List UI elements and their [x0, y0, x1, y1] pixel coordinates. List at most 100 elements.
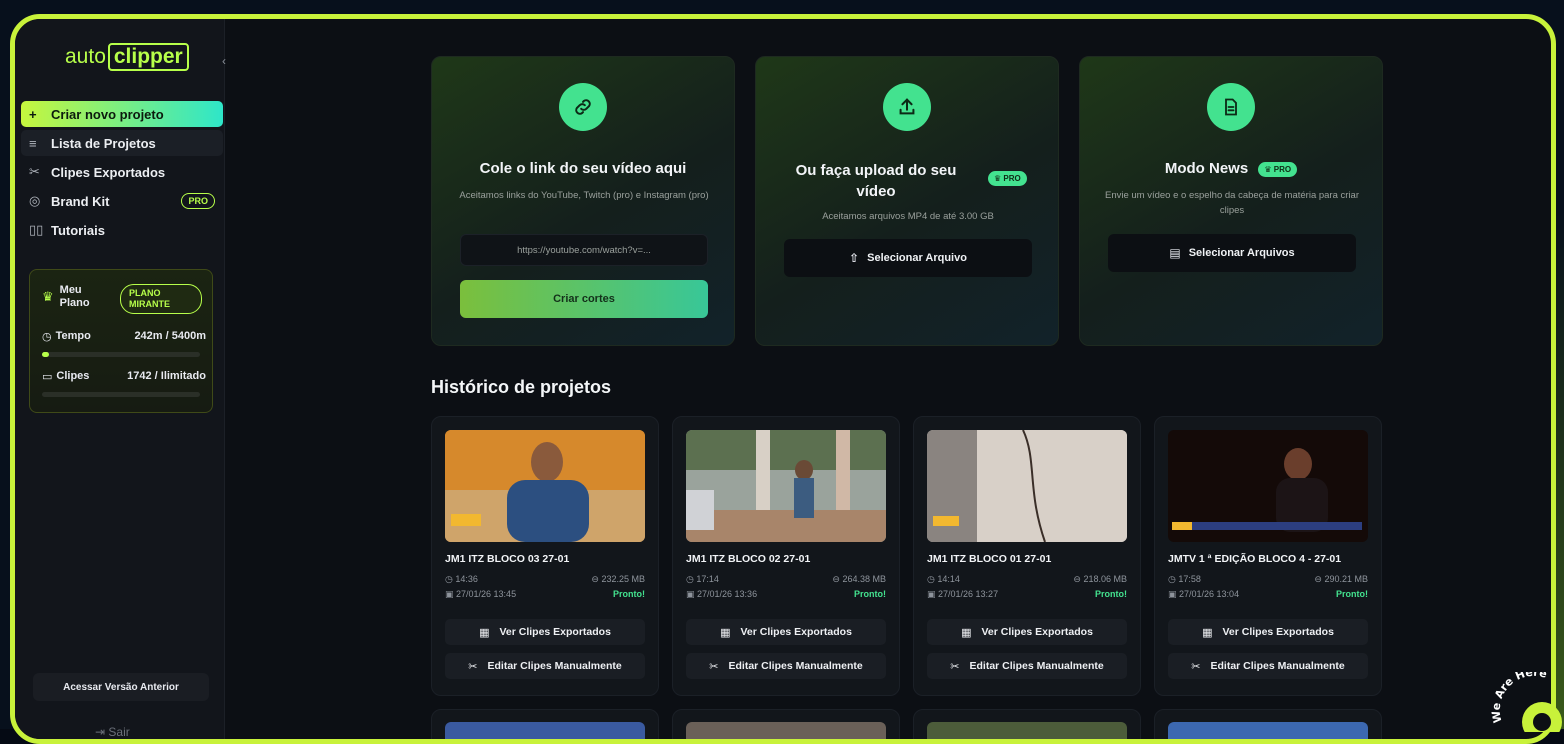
- clock-icon: ◷: [42, 331, 52, 343]
- edit-clips-button[interactable]: ✂ Editar Clipes Manualmente: [927, 653, 1127, 679]
- view-exported-clips-button[interactable]: ▦ Ver Clipes Exportados: [1168, 619, 1368, 645]
- video-thumbnail[interactable]: [927, 430, 1127, 542]
- project-size-group: ⊖ 290.21 MB: [1314, 574, 1368, 585]
- film-icon: ▦: [479, 626, 490, 639]
- video-thumbnail[interactable]: [1168, 430, 1368, 542]
- sidebar-item-label: Tutoriais: [51, 222, 105, 238]
- upload-pro-badge-label: PRO: [1003, 174, 1021, 183]
- project-size: 218.06 MB: [1083, 574, 1127, 584]
- edit-clips-button[interactable]: ✂ Editar Clipes Manualmente: [686, 653, 886, 679]
- film-icon: ▦: [1202, 626, 1213, 639]
- sidebar-item-brand-kit[interactable]: ◎ Brand Kit PRO: [21, 188, 223, 214]
- plus-icon: +: [29, 106, 37, 122]
- project-meta-row: ◷ 17:14 ⊖ 264.38 MB: [686, 574, 886, 585]
- create-cuts-button[interactable]: Criar cortes: [460, 280, 708, 318]
- project-card[interactable]: [672, 709, 900, 739]
- status-badge: Pronto!: [613, 589, 645, 599]
- video-thumbnail[interactable]: [686, 722, 886, 739]
- video-thumbnail[interactable]: [445, 722, 645, 739]
- link-card-subtitle: Aceitamos links do YouTube, Twitch (pro)…: [459, 190, 709, 201]
- film-icon: ▦: [961, 626, 972, 639]
- sidebar-item-criar-novo-projeto[interactable]: + Criar novo projeto: [21, 101, 223, 127]
- clock-icon: ◷: [927, 574, 938, 584]
- view-exported-label: Ver Clipes Exportados: [499, 626, 611, 638]
- scissors-icon: ✂: [950, 660, 960, 673]
- scissors-icon: ✂: [709, 660, 719, 673]
- project-size: 232.25 MB: [601, 574, 645, 584]
- sidebar-item-label: Clipes Exportados: [51, 164, 166, 180]
- view-exported-label: Ver Clipes Exportados: [1222, 626, 1334, 638]
- view-exported-label: Ver Clipes Exportados: [740, 626, 852, 638]
- sidebar-item-label: Brand Kit: [51, 193, 110, 209]
- collapse-sidebar-icon[interactable]: ‹: [222, 54, 226, 68]
- video-thumbnail[interactable]: [1168, 722, 1368, 739]
- logo[interactable]: auto clipper: [65, 43, 189, 71]
- clock-icon: ◷: [1168, 574, 1179, 584]
- select-file-label: Selecionar Arquivo: [867, 252, 967, 264]
- clips-value: 1742 / Ilimitado: [127, 370, 206, 382]
- view-exported-clips-button[interactable]: ▦ Ver Clipes Exportados: [686, 619, 886, 645]
- document-icon: [1207, 83, 1255, 131]
- time-label: Tempo: [55, 330, 91, 342]
- plan-panel: ♛ Meu Plano PLANO MIRANTE ◷ Tempo 242m /…: [29, 269, 213, 413]
- video-thumbnail[interactable]: [686, 430, 886, 542]
- plan-header: ♛ Meu Plano: [42, 284, 100, 310]
- select-file-button[interactable]: ⇧ Selecionar Arquivo: [784, 239, 1032, 277]
- edit-clips-label: Editar Clipes Manualmente: [1210, 660, 1345, 672]
- history-title: Histórico de projetos: [431, 377, 612, 397]
- page-background: auto clipper ‹ + Criar novo projeto ≡ Li…: [0, 0, 1564, 744]
- crown-icon: ♛: [42, 289, 54, 304]
- project-date: 27/01/26 13:27: [938, 589, 999, 599]
- project-card[interactable]: JMTV 1 ª EDIÇÃO BLOCO 4 - 27-01 ◷ 17:58 …: [1154, 416, 1382, 696]
- view-exported-clips-button[interactable]: ▦ Ver Clipes Exportados: [927, 619, 1127, 645]
- view-exported-clips-button[interactable]: ▦ Ver Clipes Exportados: [445, 619, 645, 645]
- project-title: JMTV 1 ª EDIÇÃO BLOCO 4 - 27-01: [1168, 553, 1342, 565]
- chat-widget[interactable]: We Are Here: [1489, 666, 1564, 742]
- clips-row: ▭ Clipes 1742 / Ilimitado: [42, 370, 206, 383]
- thumbnail-image: [686, 430, 886, 542]
- project-card[interactable]: JM1 ITZ BLOCO 02 27-01 ◷ 17:14 ⊖ 264.38 …: [672, 416, 900, 696]
- app-window: auto clipper ‹ + Criar novo projeto ≡ Li…: [10, 14, 1556, 744]
- project-meta-row: ◷ 14:14 ⊖ 218.06 MB: [927, 574, 1127, 585]
- thumbnail-image: [927, 430, 1127, 542]
- project-meta-row: ▣ 27/01/26 13:45 Pronto!: [445, 589, 645, 600]
- project-size-group: ⊖ 232.25 MB: [591, 574, 645, 585]
- sidebar-item-tutoriais[interactable]: ▯▯ Tutoriais: [21, 217, 223, 243]
- status-badge: Pronto!: [1095, 589, 1127, 599]
- logout-icon: ⇥: [95, 725, 106, 739]
- project-meta-row: ◷ 14:36 ⊖ 232.25 MB: [445, 574, 645, 585]
- news-card-subtitle: Envie um vídeo e o espelho da cabeça de …: [1104, 190, 1359, 216]
- view-exported-label: Ver Clipes Exportados: [981, 626, 1093, 638]
- project-card[interactable]: [913, 709, 1141, 739]
- news-pro-badge-label: PRO: [1273, 164, 1292, 174]
- sidebar-item-label: Lista de Projetos: [51, 135, 156, 151]
- edit-clips-button[interactable]: ✂ Editar Clipes Manualmente: [445, 653, 645, 679]
- edit-clips-button[interactable]: ✂ Editar Clipes Manualmente: [1168, 653, 1368, 679]
- project-card[interactable]: JM1 ITZ BLOCO 01 27-01 ◷ 14:14 ⊖ 218.06 …: [913, 416, 1141, 696]
- clock-icon: ◷: [686, 574, 697, 584]
- old-version-button[interactable]: Acessar Versão Anterior: [33, 673, 209, 701]
- select-files-button[interactable]: ▤ Selecionar Arquivos: [1108, 234, 1356, 272]
- video-thumbnail[interactable]: [927, 722, 1127, 739]
- project-card[interactable]: JM1 ITZ BLOCO 03 27-01 ◷ 14:36 ⊖ 232.25 …: [431, 416, 659, 696]
- edit-clips-label: Editar Clipes Manualmente: [969, 660, 1104, 672]
- project-size-group: ⊖ 218.06 MB: [1073, 574, 1127, 585]
- upload-small-icon: ⇧: [849, 251, 860, 265]
- sidebar-item-lista-de-projetos[interactable]: ≡ Lista de Projetos: [21, 130, 223, 156]
- sidebar-item-clipes-exportados[interactable]: ✂ Clipes Exportados: [21, 159, 223, 185]
- upload-pro-badge: ♛ PRO: [988, 171, 1027, 186]
- video-thumbnail[interactable]: [445, 430, 645, 542]
- scissors-icon: ✂: [29, 164, 40, 179]
- project-duration: 14:14: [937, 574, 960, 584]
- project-meta-row: ▣ 27/01/26 13:04 Pronto!: [1168, 589, 1368, 600]
- sidebar-nav: + Criar novo projeto ≡ Lista de Projetos…: [21, 101, 223, 246]
- status-badge: Pronto!: [854, 589, 886, 599]
- project-date: 27/01/26 13:36: [697, 589, 758, 599]
- clips-label: Clipes: [56, 370, 90, 382]
- project-card[interactable]: [431, 709, 659, 739]
- logout-button[interactable]: ⇥ Sair: [95, 725, 130, 739]
- project-card[interactable]: [1154, 709, 1382, 739]
- news-pro-badge: ♛ PRO: [1258, 161, 1298, 177]
- sidebar: auto clipper ‹ + Criar novo projeto ≡ Li…: [15, 19, 226, 739]
- video-link-input[interactable]: https://youtube.com/watch?v=...: [460, 234, 708, 266]
